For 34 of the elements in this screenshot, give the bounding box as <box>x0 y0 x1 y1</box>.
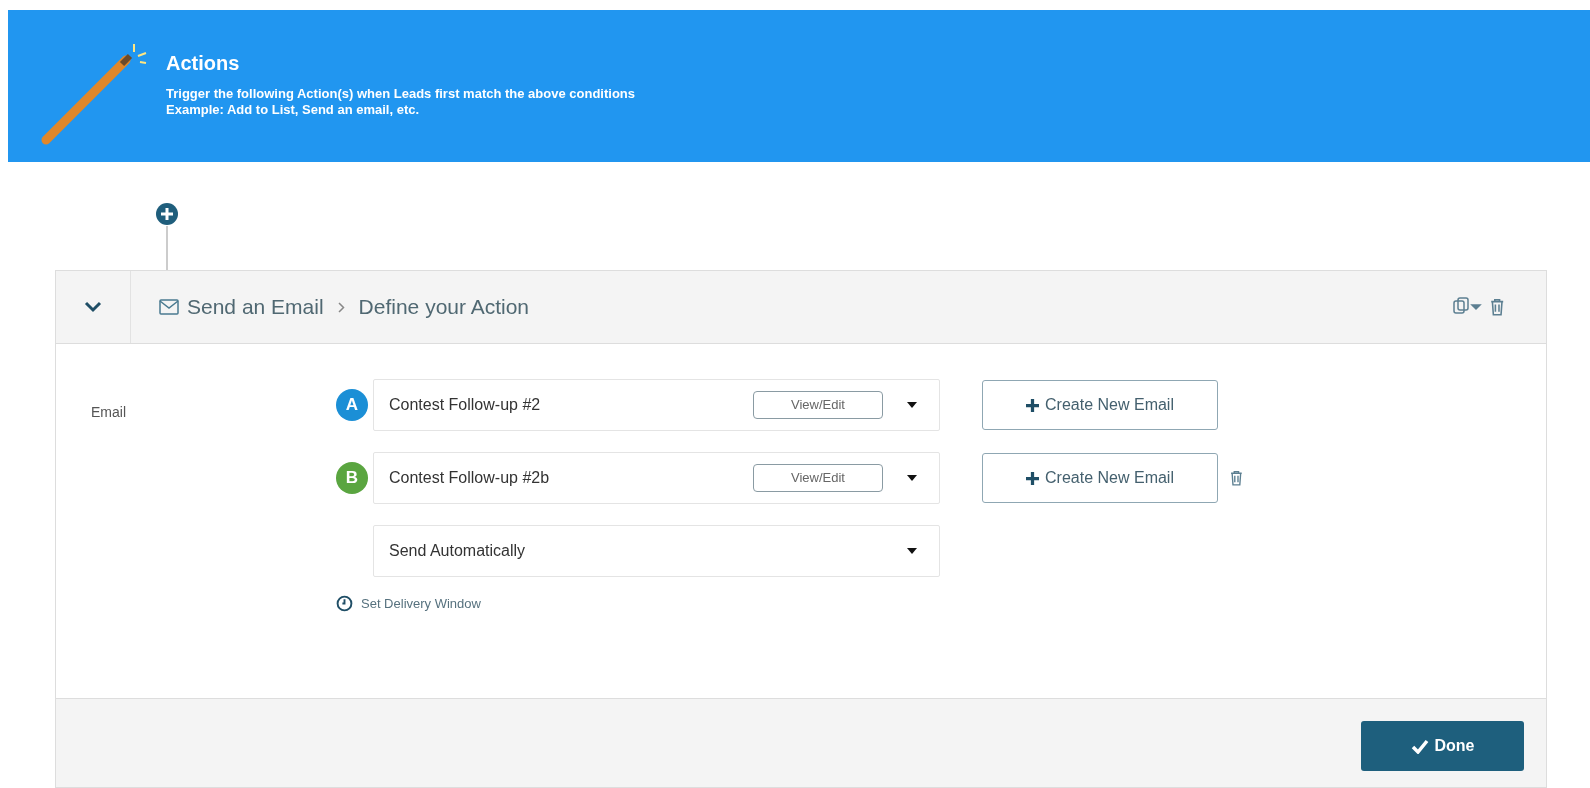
plus-icon <box>1026 471 1040 485</box>
selected-send-mode: Send Automatically <box>389 541 526 561</box>
create-email-button[interactable]: Create New Email <box>982 453 1218 503</box>
chevron-right-icon <box>337 301 345 313</box>
trash-icon[interactable] <box>1230 470 1243 486</box>
email-select[interactable]: Contest Follow-up #2b View/Edit <box>373 452 940 504</box>
trash-icon[interactable] <box>1489 298 1504 316</box>
caret-icon <box>907 402 917 408</box>
variant-badge: A <box>336 389 368 421</box>
copy-icon[interactable] <box>1451 297 1482 317</box>
view-edit-button[interactable]: View/Edit <box>753 464 883 492</box>
delivery-window-link[interactable]: Set Delivery Window <box>336 594 1243 614</box>
banner-description: Trigger the following Action(s) when Leads first match the above conditions <box>166 86 635 102</box>
add-icon[interactable] <box>155 202 179 226</box>
field-label: Email <box>91 403 127 422</box>
variant-badge: B <box>336 462 368 494</box>
breadcrumb-item: Define your Action <box>358 294 530 321</box>
banner-description: Example: Add to List, Send an email, etc. <box>166 102 421 118</box>
breadcrumb-item: Send an Email <box>187 294 324 321</box>
caret-icon <box>907 548 917 554</box>
view-edit-button[interactable]: View/Edit <box>753 391 883 419</box>
clock-icon <box>336 595 353 613</box>
selected-email: Contest Follow-up #2 <box>389 395 541 415</box>
caret-icon <box>907 475 917 481</box>
banner-title: Actions <box>166 51 241 76</box>
create-email-button[interactable]: Create New Email <box>982 380 1218 430</box>
chevron-down-icon <box>84 301 102 313</box>
send-mode-select[interactable]: Send Automatically <box>373 525 940 577</box>
selected-email: Contest Follow-up #2b <box>389 468 550 488</box>
email-select[interactable]: Contest Follow-up #2 View/Edit <box>373 379 940 431</box>
checkmark-icon <box>1410 738 1429 754</box>
envelope-icon <box>159 299 179 315</box>
done-button[interactable]: Done <box>1361 721 1524 771</box>
plus-icon <box>1026 398 1040 412</box>
